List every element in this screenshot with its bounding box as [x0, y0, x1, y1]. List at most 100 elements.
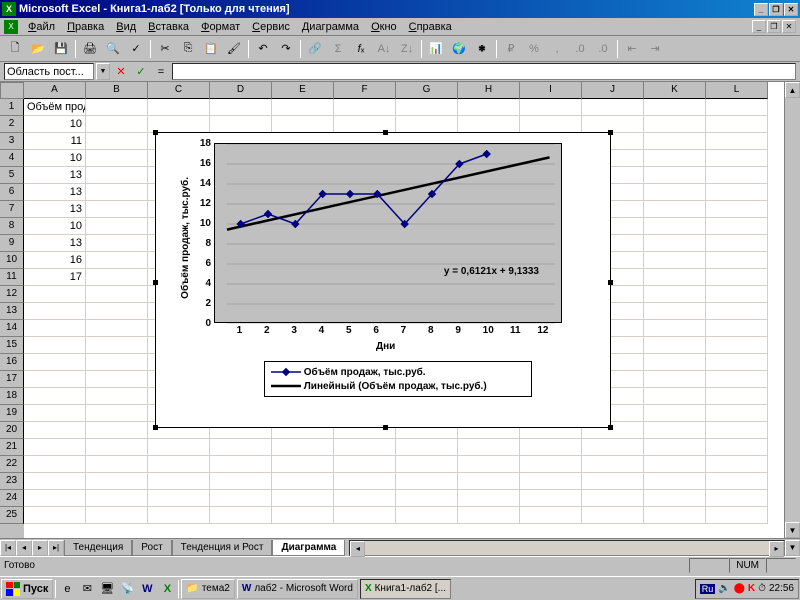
- copy-button[interactable]: ⎘: [177, 38, 199, 60]
- cell-A11[interactable]: 17: [24, 269, 86, 286]
- cell-J21[interactable]: [582, 439, 644, 456]
- cell-B10[interactable]: [86, 252, 148, 269]
- row-header-5[interactable]: 5: [0, 167, 24, 184]
- cell-H1[interactable]: [458, 99, 520, 116]
- cell-E24[interactable]: [272, 490, 334, 507]
- menu-Файл[interactable]: Файл: [22, 20, 61, 34]
- cell-F21[interactable]: [334, 439, 396, 456]
- row-header-8[interactable]: 8: [0, 218, 24, 235]
- cell-J25[interactable]: [582, 507, 644, 524]
- cell-B7[interactable]: [86, 201, 148, 218]
- cell-A4[interactable]: 10: [24, 150, 86, 167]
- tab-last-button[interactable]: ▸|: [48, 540, 64, 556]
- task-excel[interactable]: XКнига1-лаб2 [...: [360, 579, 451, 599]
- cell-B22[interactable]: [86, 456, 148, 473]
- cell-K9[interactable]: [644, 235, 706, 252]
- cell-B14[interactable]: [86, 320, 148, 337]
- close-button[interactable]: ✕: [784, 3, 798, 16]
- cell-E21[interactable]: [272, 439, 334, 456]
- cell-J24[interactable]: [582, 490, 644, 507]
- plot-area[interactable]: 024681012141618 123456789101112 y = 0,61…: [214, 143, 562, 323]
- cell-I22[interactable]: [520, 456, 582, 473]
- cell-B2[interactable]: [86, 116, 148, 133]
- cell-B19[interactable]: [86, 405, 148, 422]
- cell-L8[interactable]: [706, 218, 768, 235]
- cell-J1[interactable]: [582, 99, 644, 116]
- row-header-3[interactable]: 3: [0, 133, 24, 150]
- open-button[interactable]: 📂: [27, 38, 49, 60]
- cell-E2[interactable]: [272, 116, 334, 133]
- cell-L25[interactable]: [706, 507, 768, 524]
- menu-Правка[interactable]: Правка: [61, 20, 110, 34]
- excel-ql-icon[interactable]: X: [158, 580, 176, 598]
- cell-A15[interactable]: [24, 337, 86, 354]
- sheet-tab-0[interactable]: Тенденция: [64, 540, 132, 556]
- print-button[interactable]: 🖨: [79, 38, 101, 60]
- task-word[interactable]: Wлаб2 - Microsoft Word: [237, 579, 358, 599]
- cell-A21[interactable]: [24, 439, 86, 456]
- cell-A10[interactable]: 16: [24, 252, 86, 269]
- row-header-11[interactable]: 11: [0, 269, 24, 286]
- map-button[interactable]: 🌍: [448, 38, 470, 60]
- cell-K24[interactable]: [644, 490, 706, 507]
- cell-L19[interactable]: [706, 405, 768, 422]
- name-box-dropdown[interactable]: ▼: [96, 63, 110, 80]
- cell-B17[interactable]: [86, 371, 148, 388]
- cell-L21[interactable]: [706, 439, 768, 456]
- tray-icon1[interactable]: 🔊: [718, 583, 730, 594]
- doc-close-button[interactable]: ✕: [782, 20, 796, 33]
- cell-F22[interactable]: [334, 456, 396, 473]
- cell-K18[interactable]: [644, 388, 706, 405]
- tab-prev-button[interactable]: ◂: [16, 540, 32, 556]
- row-header-25[interactable]: 25: [0, 507, 24, 524]
- lang-indicator[interactable]: Ru: [700, 584, 716, 594]
- row-header-16[interactable]: 16: [0, 354, 24, 371]
- cell-A2[interactable]: 10: [24, 116, 86, 133]
- cell-L17[interactable]: [706, 371, 768, 388]
- menu-Сервис[interactable]: Сервис: [246, 20, 296, 34]
- cell-H24[interactable]: [458, 490, 520, 507]
- tray-icon4[interactable]: ⏱: [758, 583, 766, 594]
- cell-D24[interactable]: [210, 490, 272, 507]
- col-header-J[interactable]: J: [582, 82, 644, 99]
- cell-J23[interactable]: [582, 473, 644, 490]
- cell-F1[interactable]: [334, 99, 396, 116]
- cell-K5[interactable]: [644, 167, 706, 184]
- new-button[interactable]: 🗋: [4, 38, 26, 60]
- horizontal-scrollbar[interactable]: ◂ ▸: [349, 540, 785, 556]
- col-header-C[interactable]: C: [148, 82, 210, 99]
- doc-restore-button[interactable]: ❐: [767, 20, 781, 33]
- cell-L4[interactable]: [706, 150, 768, 167]
- cell-B3[interactable]: [86, 133, 148, 150]
- scroll-down2-button[interactable]: ▼: [785, 540, 800, 556]
- sheet-tab-2[interactable]: Тенденция и Рост: [172, 540, 273, 556]
- cell-L20[interactable]: [706, 422, 768, 439]
- cell-A5[interactable]: 13: [24, 167, 86, 184]
- cut-button[interactable]: ✂: [154, 38, 176, 60]
- cell-C21[interactable]: [148, 439, 210, 456]
- task-tema2[interactable]: 📁тема2: [181, 579, 234, 599]
- cell-D21[interactable]: [210, 439, 272, 456]
- cell-L18[interactable]: [706, 388, 768, 405]
- cell-K12[interactable]: [644, 286, 706, 303]
- scroll-right-button[interactable]: ▸: [769, 541, 784, 557]
- sheet-tab-3[interactable]: Диаграмма: [272, 540, 345, 556]
- col-header-G[interactable]: G: [396, 82, 458, 99]
- cell-B24[interactable]: [86, 490, 148, 507]
- row-header-18[interactable]: 18: [0, 388, 24, 405]
- cell-H22[interactable]: [458, 456, 520, 473]
- cell-K16[interactable]: [644, 354, 706, 371]
- col-header-A[interactable]: A: [24, 82, 86, 99]
- cell-I23[interactable]: [520, 473, 582, 490]
- cell-A13[interactable]: [24, 303, 86, 320]
- cell-J22[interactable]: [582, 456, 644, 473]
- formula-input[interactable]: [172, 63, 796, 80]
- cell-K25[interactable]: [644, 507, 706, 524]
- cell-E23[interactable]: [272, 473, 334, 490]
- scroll-left-button[interactable]: ◂: [350, 541, 365, 557]
- col-header-E[interactable]: E: [272, 82, 334, 99]
- row-header-10[interactable]: 10: [0, 252, 24, 269]
- equals-icon[interactable]: =: [152, 63, 170, 80]
- cell-A14[interactable]: [24, 320, 86, 337]
- cell-K11[interactable]: [644, 269, 706, 286]
